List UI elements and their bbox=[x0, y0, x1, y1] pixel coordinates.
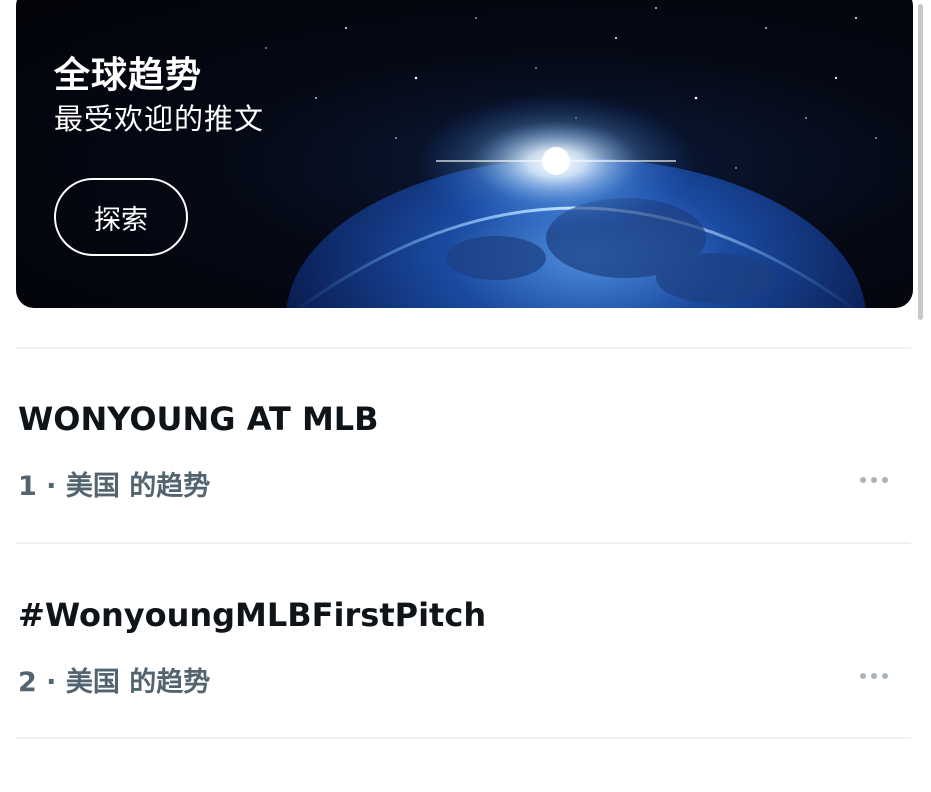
scrollbar[interactable] bbox=[918, 4, 923, 320]
divider bbox=[16, 737, 911, 739]
trend-meta: 2 · 美国 的趋势 bbox=[18, 667, 211, 698]
banner-title: 全球趋势 bbox=[54, 55, 203, 96]
trend-title: #WonyoungMLBFirstPitch bbox=[18, 596, 487, 634]
banner-subtitle: 最受欢迎的推文 bbox=[54, 102, 265, 136]
trend-meta: 1 · 美国 的趋势 bbox=[18, 471, 211, 502]
divider bbox=[16, 347, 911, 349]
trend-title: WONYOUNG AT MLB bbox=[18, 400, 379, 438]
trending-banner[interactable]: 全球趋势 最受欢迎的推文 探索 bbox=[16, 0, 913, 308]
divider bbox=[16, 542, 911, 544]
trend-item-1[interactable]: WONYOUNG AT MLB 1 · 美国 的趋势 bbox=[0, 400, 931, 596]
more-horizontal-icon[interactable] bbox=[850, 658, 898, 694]
trend-item-2[interactable]: #WonyoungMLBFirstPitch 2 · 美国 的趋势 bbox=[0, 596, 931, 792]
more-horizontal-icon[interactable] bbox=[850, 462, 898, 498]
explore-button[interactable]: 探索 bbox=[54, 178, 188, 256]
